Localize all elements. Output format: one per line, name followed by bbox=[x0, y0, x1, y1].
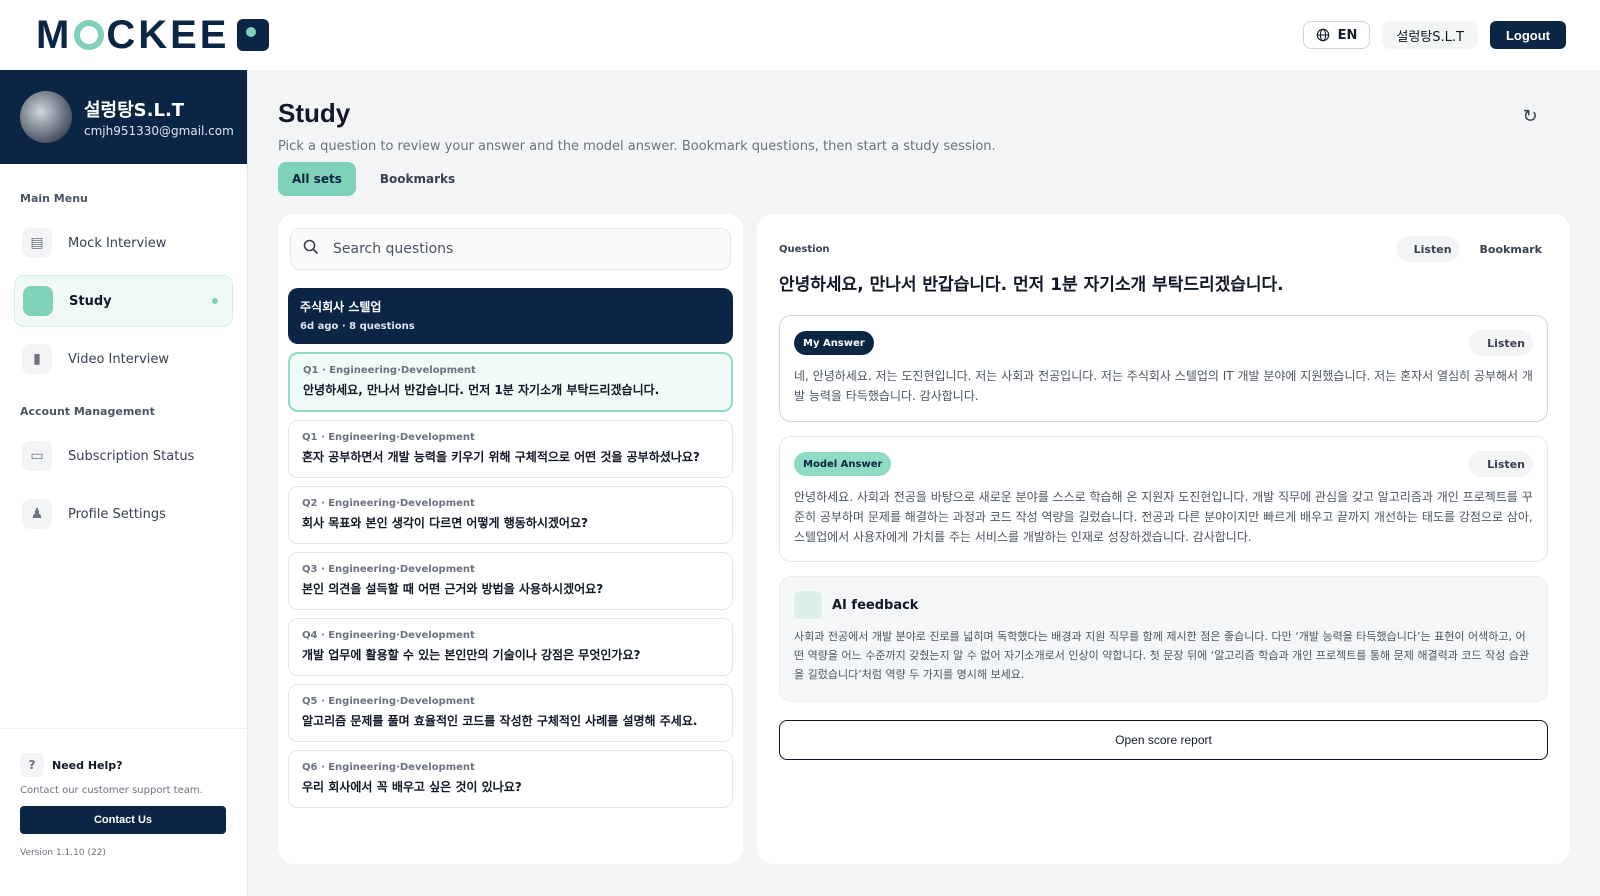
sidebar-item-mock-interview[interactable]: ▤ Mock Interview bbox=[14, 217, 233, 269]
question-detail-panel: Question Listen Bookmark 안녕하세요, 만나서 반갑습니… bbox=[757, 214, 1570, 864]
question-text: 개발 업무에 활용할 수 있는 본인만의 기술이나 강점은 무엇인가요? bbox=[302, 648, 641, 662]
sidebar-item-label: Mock Interview bbox=[68, 235, 167, 251]
active-indicator bbox=[212, 298, 218, 304]
help-icon: ? bbox=[20, 753, 44, 777]
sidebar-item-profile-settings[interactable]: ♟ Profile Settings bbox=[14, 488, 233, 540]
question-text: 회사 목표와 본인 생각이 다르면 어떻게 행동하시겠어요? bbox=[302, 516, 588, 530]
monitor-icon: ▭ bbox=[22, 441, 52, 471]
logo-text-start: M bbox=[36, 12, 73, 57]
profile-email: cmjh951330@gmail.com bbox=[84, 124, 234, 138]
search-box bbox=[290, 228, 731, 270]
sidebar-item-label: Video Interview bbox=[68, 351, 170, 367]
question-set-card[interactable]: 주식회사 스텔업 6d ago · 8 questions bbox=[288, 288, 733, 344]
listen-my-answer-button[interactable]: Listen bbox=[1469, 330, 1533, 356]
ai-feedback-icon bbox=[794, 591, 822, 619]
selected-question: 안녕하세요, 만나서 반갑습니다. 먼저 1분 자기소개 부탁드리겠습니다. bbox=[779, 275, 1284, 295]
logo-text-end: CKEE bbox=[106, 12, 230, 57]
question-item[interactable]: Q2 · Engineering·Development 회사 목표와 본인 생… bbox=[288, 486, 733, 544]
question-item[interactable]: Q3 · Engineering·Development 본인 의견을 설득할 … bbox=[288, 552, 733, 610]
sidebar-item-label: Profile Settings bbox=[68, 506, 166, 522]
my-answer-card: My Answer Listen 네, 안녕하세요. 저는 도진현입니다. 저는… bbox=[779, 315, 1548, 422]
profile-name: 설렁탕S.L.T bbox=[84, 100, 185, 121]
question-actions: Listen Bookmark bbox=[1395, 236, 1548, 262]
page-subtitle: Pick a question to review your answer an… bbox=[278, 139, 996, 154]
question-meta: Q6 · Engineering·Development bbox=[302, 762, 475, 773]
contact-us-button[interactable]: Contact Us bbox=[20, 806, 226, 834]
main-content: Study ↻ Pick a question to review your a… bbox=[248, 70, 1600, 896]
question-text: 우리 회사에서 꼭 배우고 싶은 것이 있나요? bbox=[302, 780, 522, 794]
question-label: Question bbox=[779, 243, 830, 255]
account-menu-title: Account Management bbox=[20, 405, 155, 418]
question-item[interactable]: Q4 · Engineering·Development 개발 업무에 활용할 … bbox=[288, 618, 733, 676]
question-item[interactable]: Q6 · Engineering·Development 우리 회사에서 꼭 배… bbox=[288, 750, 733, 808]
person-icon: ♟ bbox=[22, 499, 52, 529]
my-answer-text: 네, 안녕하세요. 저는 도진현입니다. 저는 사회과 전공입니다. 저는 주식… bbox=[794, 369, 1533, 403]
question-text: 혼자 공부하면서 개발 능력을 키우기 위해 구체적으로 어떤 것을 공부하셨나… bbox=[302, 450, 700, 464]
question-header: Question Listen Bookmark bbox=[779, 236, 1548, 262]
app-logo[interactable]: M CKEE bbox=[36, 12, 270, 58]
question-meta: Q1 · Engineering·Development bbox=[303, 365, 476, 376]
refresh-icon[interactable]: ↻ bbox=[1520, 106, 1540, 127]
top-bar: M CKEE EN 설렁탕S.L.T Logout bbox=[0, 0, 1600, 70]
my-answer-badge: My Answer bbox=[794, 331, 874, 355]
model-answer-text: 안녕하세요. 사회과 전공을 바탕으로 새로운 분야를 스스로 학습해 온 지원… bbox=[794, 490, 1533, 544]
logo-chat-icon bbox=[237, 19, 270, 51]
question-meta: Q5 · Engineering·Development bbox=[302, 696, 475, 707]
model-answer-card: Model Answer Listen 안녕하세요. 사회과 전공을 바탕으로 … bbox=[779, 436, 1548, 562]
set-title: 주식회사 스텔업 bbox=[300, 300, 382, 314]
content-panels: 주식회사 스텔업 6d ago · 8 questions Q1 · Engin… bbox=[278, 214, 1570, 864]
sidebar-item-subscription[interactable]: ▭ Subscription Status bbox=[14, 430, 233, 482]
document-icon: ▤ bbox=[22, 228, 52, 258]
question-text: 본인 의견을 설득할 때 어떤 근거와 방법을 사용하시겠어요? bbox=[302, 582, 604, 596]
logout-button[interactable]: Logout bbox=[1489, 21, 1566, 49]
help-description: Contact our customer support team. bbox=[20, 785, 203, 796]
question-item[interactable]: Q1 · Engineering·Development 안녕하세요, 만나서 … bbox=[288, 352, 733, 412]
sidebar-item-label: Subscription Status bbox=[68, 448, 195, 464]
question-meta: Q1 · Engineering·Development bbox=[302, 432, 475, 443]
video-camera-icon: ▮ bbox=[22, 344, 52, 374]
ai-feedback-text: 사회과 전공에서 개발 분야로 진로를 넓히며 독학했다는 배경과 지원 직무를… bbox=[794, 630, 1530, 681]
language-selector[interactable]: EN bbox=[1302, 21, 1371, 49]
ai-feedback-card: AI feedback 사회과 전공에서 개발 분야로 진로를 넓히며 독학했다… bbox=[779, 576, 1548, 702]
question-item[interactable]: Q1 · Engineering·Development 혼자 공부하면서 개발… bbox=[288, 420, 733, 478]
tab-all-sets[interactable]: All sets bbox=[278, 162, 356, 196]
search-input[interactable] bbox=[333, 241, 718, 257]
set-meta: 6d ago · 8 questions bbox=[300, 321, 415, 332]
logo-o-icon bbox=[74, 20, 105, 50]
question-text: 안녕하세요, 만나서 반갑습니다. 먼저 1분 자기소개 부탁드리겠습니다. bbox=[303, 383, 660, 397]
header-actions: EN 설렁탕S.L.T Logout bbox=[1302, 21, 1566, 49]
main-menu: Main Menu ▤ Mock Interview Study ▮ Video… bbox=[0, 192, 247, 540]
bookmark-button[interactable]: Bookmark bbox=[1474, 236, 1548, 262]
search-icon bbox=[303, 239, 319, 259]
page-title: Study bbox=[278, 98, 351, 128]
question-list-panel: 주식회사 스텔업 6d ago · 8 questions Q1 · Engin… bbox=[278, 214, 743, 864]
help-section: ? Need Help? Contact our customer suppor… bbox=[0, 728, 247, 896]
question-item[interactable]: Q5 · Engineering·Development 알고리즘 문제를 풀며… bbox=[288, 684, 733, 742]
open-score-report-button[interactable]: Open score report bbox=[779, 720, 1548, 760]
study-icon bbox=[23, 286, 53, 316]
sidebar: 설렁탕S.L.T cmjh951330@gmail.com Main Menu … bbox=[0, 70, 248, 896]
ai-feedback-title: AI feedback bbox=[832, 597, 919, 613]
listen-model-answer-button[interactable]: Listen bbox=[1469, 451, 1533, 477]
question-text: 알고리즘 문제를 풀며 효율적인 코드를 작성한 구체적인 사례를 설명해 주세… bbox=[302, 714, 698, 728]
model-answer-badge: Model Answer bbox=[794, 452, 892, 476]
version-label: Version 1.1.10 (22) bbox=[20, 848, 106, 858]
help-title: Need Help? bbox=[52, 758, 123, 772]
sidebar-item-label: Study bbox=[69, 293, 112, 309]
question-meta: Q2 · Engineering·Development bbox=[302, 498, 475, 509]
question-meta: Q3 · Engineering·Development bbox=[302, 564, 475, 575]
tab-bar: All sets Bookmarks bbox=[278, 162, 1570, 196]
sidebar-item-video-interview[interactable]: ▮ Video Interview bbox=[14, 333, 233, 385]
avatar bbox=[20, 91, 72, 143]
language-label: EN bbox=[1337, 27, 1358, 43]
globe-icon bbox=[1316, 28, 1329, 42]
listen-question-button[interactable]: Listen bbox=[1395, 236, 1460, 262]
user-chip[interactable]: 설렁탕S.L.T bbox=[1382, 21, 1478, 49]
tab-bookmarks[interactable]: Bookmarks bbox=[366, 162, 469, 196]
question-meta: Q4 · Engineering·Development bbox=[302, 630, 475, 641]
main-menu-title: Main Menu bbox=[20, 192, 88, 205]
profile-card[interactable]: 설렁탕S.L.T cmjh951330@gmail.com bbox=[0, 70, 247, 164]
sidebar-item-study[interactable]: Study bbox=[14, 275, 233, 327]
